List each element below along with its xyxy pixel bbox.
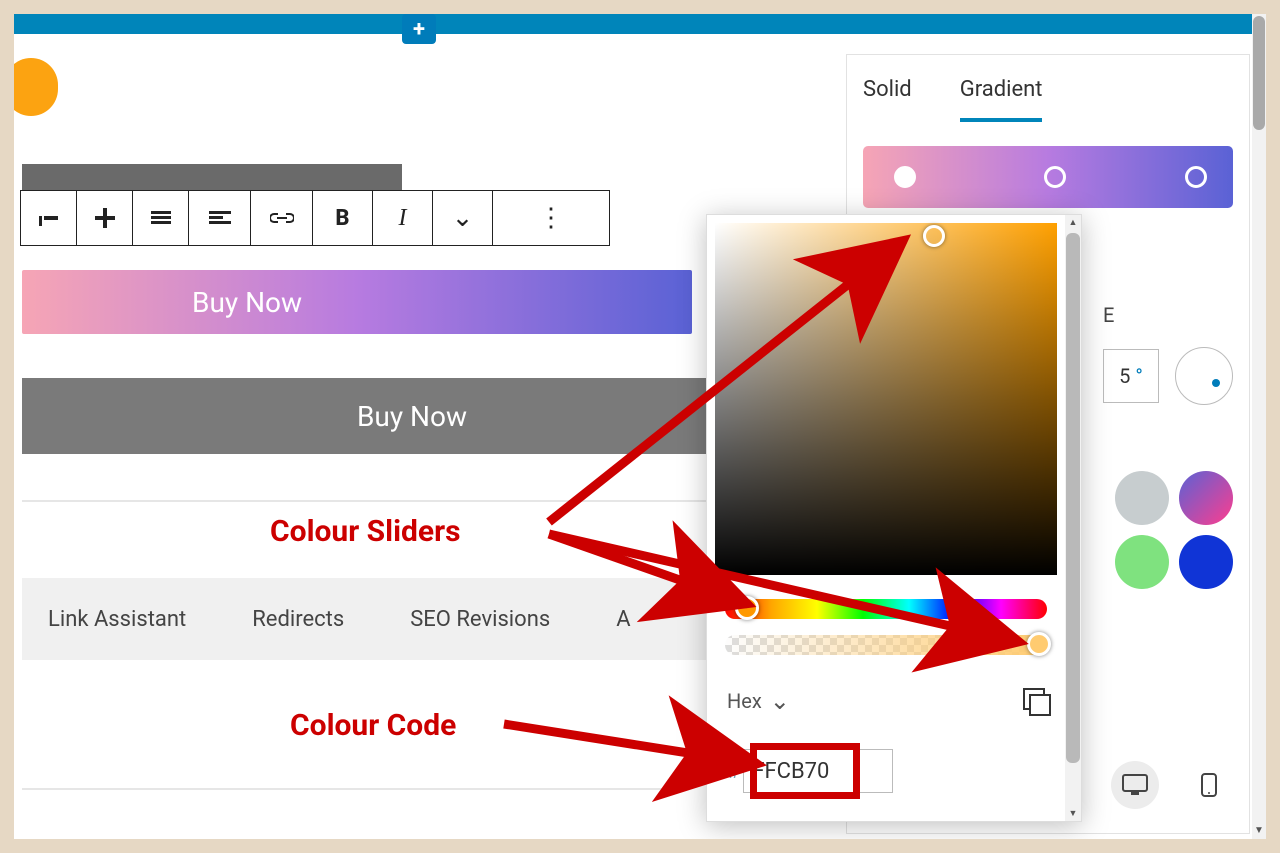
- annotation-code-label: Colour Code: [290, 708, 456, 743]
- bold-button[interactable]: B: [313, 191, 373, 245]
- swatch-pink-gradient[interactable]: [1179, 471, 1233, 525]
- justify-button[interactable]: [133, 191, 189, 245]
- hex-value-input[interactable]: [743, 749, 893, 793]
- gradient-stop-1[interactable]: [894, 166, 916, 188]
- color-format-select[interactable]: Hex ⌄: [727, 687, 790, 715]
- block-tab-strip: [22, 164, 402, 190]
- gradient-preview-bar[interactable]: [863, 146, 1233, 208]
- scroll-up-arrow[interactable]: ▲: [1065, 217, 1081, 228]
- saturation-field[interactable]: [715, 223, 1057, 575]
- tab-gradient[interactable]: Gradient: [960, 77, 1043, 108]
- mobile-preview-button[interactable]: [1185, 761, 1233, 809]
- main-scroll-down-arrow[interactable]: ▼: [1252, 825, 1266, 839]
- italic-button[interactable]: I: [373, 191, 433, 245]
- tab-redirects[interactable]: Redirects: [252, 607, 344, 632]
- top-bar: [14, 14, 1266, 34]
- saturation-thumb[interactable]: [923, 225, 945, 247]
- annotation-sliders-label: Colour Sliders: [270, 514, 461, 549]
- preset-swatches: [1115, 471, 1233, 589]
- tab-link-assistant[interactable]: Link Assistant: [48, 607, 186, 632]
- add-block-button[interactable]: +: [402, 14, 436, 44]
- swatch-green[interactable]: [1115, 535, 1169, 589]
- main-scroll-thumb[interactable]: [1253, 16, 1265, 130]
- alpha-slider[interactable]: [725, 635, 1047, 655]
- angle-dial[interactable]: [1175, 347, 1233, 405]
- tab-a-partial[interactable]: A: [616, 607, 630, 632]
- gradient-button-preview[interactable]: Buy Now: [22, 270, 692, 334]
- swatch-grey[interactable]: [1115, 471, 1169, 525]
- hue-thumb[interactable]: [735, 596, 759, 620]
- copy-color-button[interactable]: [1023, 688, 1049, 714]
- alpha-thumb[interactable]: [1027, 632, 1051, 656]
- picker-scrollbar[interactable]: ▲ ▼: [1065, 215, 1081, 821]
- device-preview-row: [1111, 761, 1233, 809]
- tab-solid[interactable]: Solid: [863, 77, 912, 108]
- divider: [22, 788, 682, 790]
- orange-shape: [14, 58, 58, 116]
- block-toolbar: B I ⌄ ⋮: [20, 190, 610, 246]
- link-button[interactable]: [251, 191, 313, 245]
- color-picker-popup: Hex ⌄ # ▲ ▼: [706, 214, 1082, 822]
- align-left-indent-button[interactable]: [21, 191, 77, 245]
- scroll-down-arrow[interactable]: ▼: [1065, 808, 1081, 819]
- more-options-button[interactable]: ⋮: [493, 191, 609, 245]
- scroll-thumb[interactable]: [1066, 233, 1080, 763]
- desktop-preview-button[interactable]: [1111, 761, 1159, 809]
- tab-seo-revisions[interactable]: SEO Revisions: [410, 607, 550, 632]
- grey-button-preview[interactable]: Buy Now: [22, 378, 802, 454]
- more-formatting-dropdown[interactable]: ⌄: [433, 191, 493, 245]
- swatch-blue[interactable]: [1179, 535, 1233, 589]
- angle-input[interactable]: 5 °: [1103, 349, 1159, 403]
- gradient-stop-3[interactable]: [1185, 166, 1207, 188]
- gradient-stop-2[interactable]: [1044, 166, 1066, 188]
- hue-slider[interactable]: [725, 599, 1047, 619]
- main-scrollbar[interactable]: ▼: [1252, 14, 1266, 839]
- hex-hash-label: #: [727, 759, 739, 783]
- move-button[interactable]: [77, 191, 133, 245]
- align-button[interactable]: [189, 191, 251, 245]
- angle-label-partial: E: [1103, 303, 1233, 327]
